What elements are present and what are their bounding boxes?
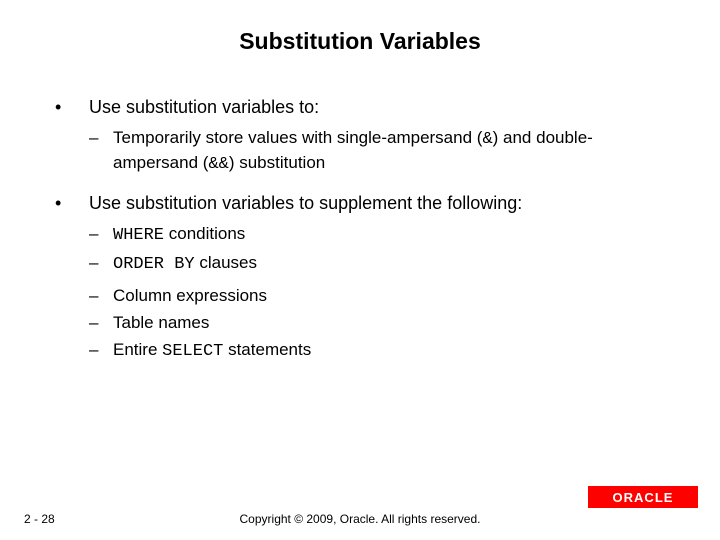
sub-list-1: – Temporarily store values with single-a… <box>89 127 670 177</box>
bullet-item-1: • Use substitution variables to: – Tempo… <box>55 95 670 177</box>
footer: 2 - 28 Copyright © 2009, Oracle. All rig… <box>0 512 720 526</box>
sub-2-2-rest: clauses <box>195 253 257 272</box>
oracle-logo-text: ORACLE <box>613 490 674 505</box>
bullet-list: • Use substitution variables to: – Tempo… <box>55 95 670 364</box>
sub-2-2-text: ORDER BY clauses <box>113 252 670 277</box>
slide-content: • Use substitution variables to: – Tempo… <box>0 55 720 364</box>
sub-2-4-text: Table names <box>113 312 670 335</box>
slide-title: Substitution Variables <box>0 0 720 55</box>
dash-glyph: – <box>89 223 113 248</box>
code-orderby: ORDER BY <box>113 255 195 274</box>
oracle-logo: ORACLE <box>588 486 698 508</box>
sub-2-5-text: Entire SELECT statements <box>113 339 670 364</box>
code-where: WHERE <box>113 226 164 245</box>
code-amp: & <box>482 130 492 149</box>
bullet-glyph: • <box>55 95 89 119</box>
dash-glyph: – <box>89 285 113 308</box>
sub-2-5-pre: Entire <box>113 340 162 359</box>
sub-2-5-post: statements <box>223 340 311 359</box>
sub-item-2-4: – Table names <box>89 312 670 335</box>
sub-1-1-pre: Temporarily store values with single-amp… <box>113 128 482 147</box>
copyright-text: Copyright © 2009, Oracle. All rights res… <box>0 512 720 526</box>
sub-item-2-2: – ORDER BY clauses <box>89 252 670 277</box>
sub-item-2-1: – WHERE conditions <box>89 223 670 248</box>
dash-glyph: – <box>89 127 113 177</box>
sub-item-2-5: – Entire SELECT statements <box>89 339 670 364</box>
sub-2-1-rest: conditions <box>164 224 245 243</box>
sub-2-1-text: WHERE conditions <box>113 223 670 248</box>
code-select: SELECT <box>162 342 223 361</box>
bullet-1-text: Use substitution variables to: <box>89 95 670 119</box>
page-number: 2 - 28 <box>24 512 55 526</box>
sub-1-1-post: ) substitution <box>229 153 325 172</box>
bullet-2-text: Use substitution variables to supplement… <box>89 191 670 215</box>
sub-list-2b: – Column expressions – Table names – Ent… <box>89 285 670 364</box>
sub-list-2a: – WHERE conditions – ORDER BY clauses <box>89 223 670 277</box>
code-ampamp: && <box>208 155 228 174</box>
sub-item-2-3: – Column expressions <box>89 285 670 308</box>
bullet-glyph: • <box>55 191 89 215</box>
bullet-item-2: • Use substitution variables to suppleme… <box>55 191 670 364</box>
slide: Substitution Variables • Use substitutio… <box>0 0 720 540</box>
dash-glyph: – <box>89 339 113 364</box>
dash-glyph: – <box>89 312 113 335</box>
sub-item-1-1: – Temporarily store values with single-a… <box>89 127 670 177</box>
sub-2-3-text: Column expressions <box>113 285 670 308</box>
sub-1-1-text: Temporarily store values with single-amp… <box>113 127 670 177</box>
dash-glyph: – <box>89 252 113 277</box>
